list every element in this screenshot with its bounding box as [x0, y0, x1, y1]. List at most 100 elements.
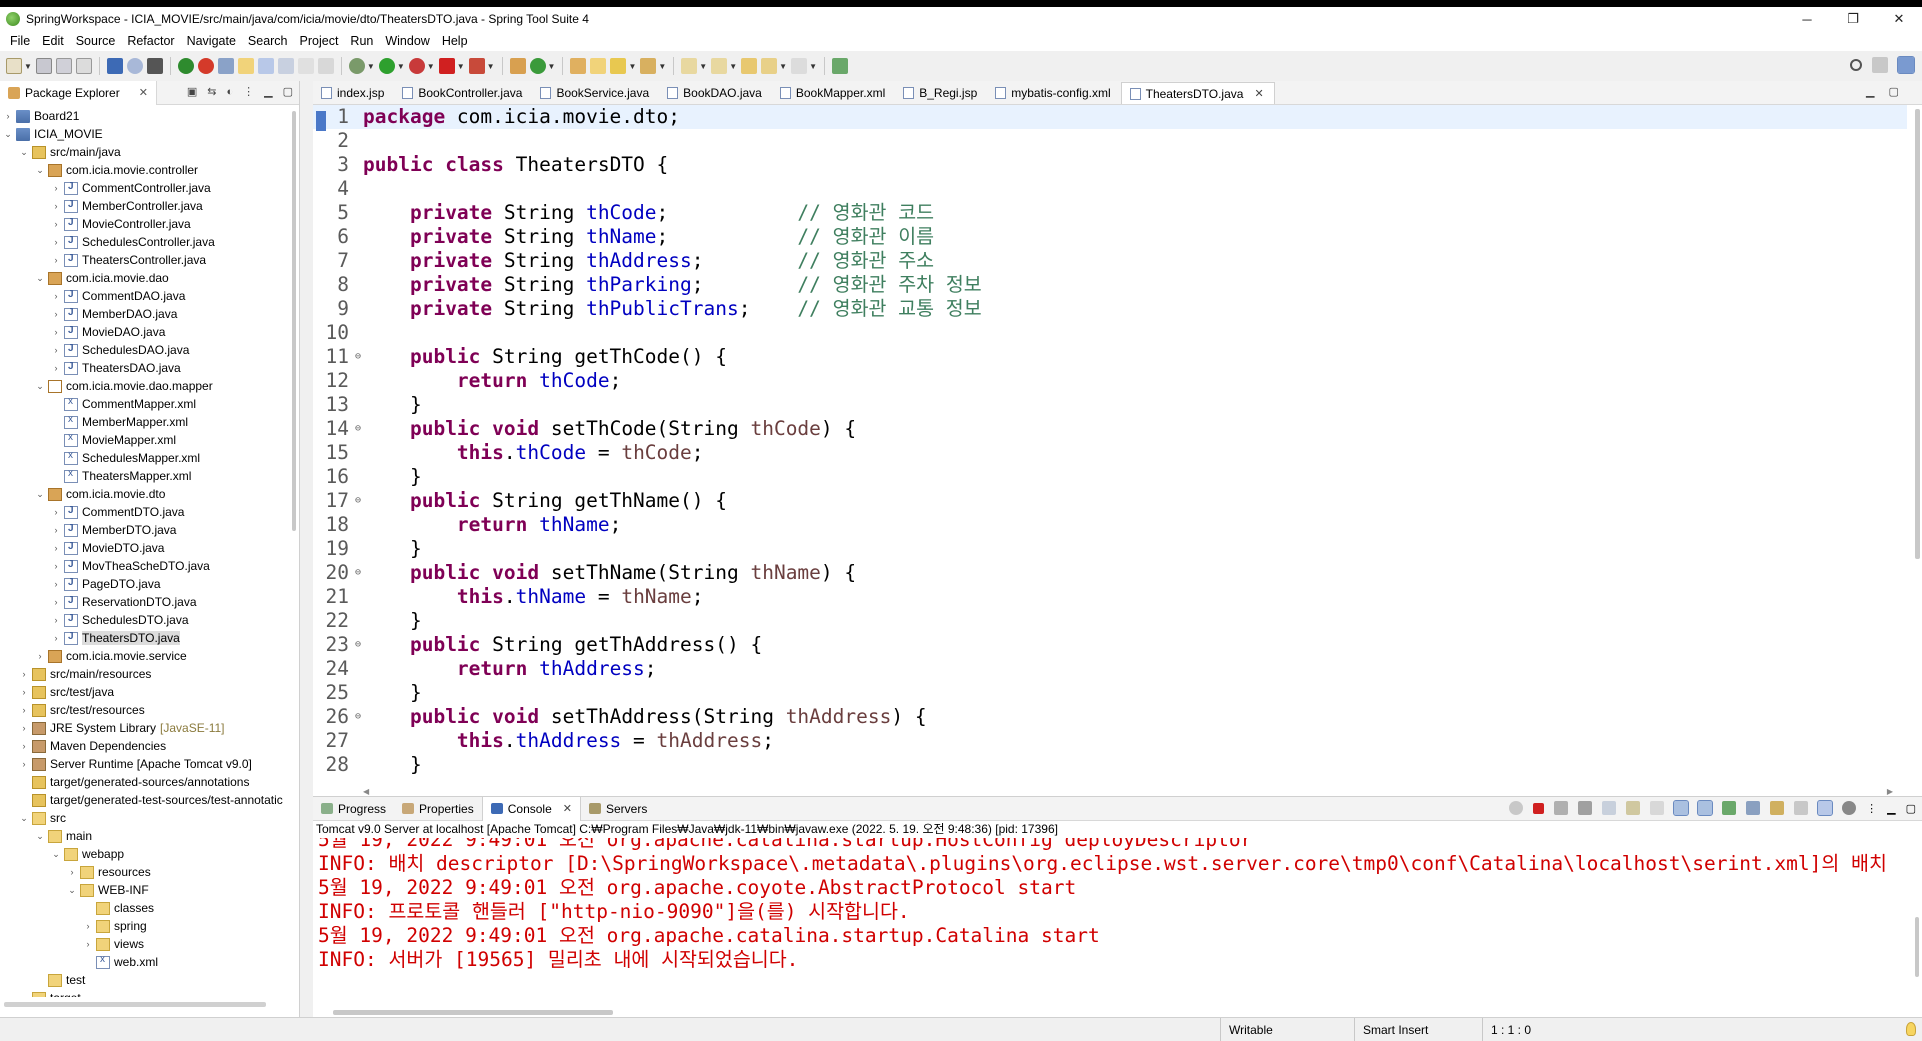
chevron-down-icon[interactable]: ▼	[487, 62, 495, 71]
code-line[interactable]: 25 }	[313, 681, 1907, 705]
chevron-right-icon[interactable]: ›	[50, 309, 62, 319]
tree-item[interactable]: › CommentDTO.java	[0, 503, 292, 521]
tree-item[interactable]: › views	[0, 935, 292, 953]
menu-file[interactable]: File	[4, 34, 36, 48]
horizontal-scrollbar[interactable]: ◀ ▶	[363, 786, 1893, 796]
menu-help[interactable]: Help	[436, 34, 474, 48]
editor-tab[interactable]: mybatis-config.xml	[987, 82, 1120, 104]
chevron-right-icon[interactable]: ›	[50, 237, 62, 247]
code-line[interactable]: 21 this.thName = thName;	[313, 585, 1907, 609]
tree-item[interactable]: › ReservationDTO.java	[0, 593, 292, 611]
code-line[interactable]: 9 private String thPublicTrans; // 영화관 교…	[313, 297, 1907, 321]
vertical-scrollbar[interactable]	[292, 111, 296, 531]
terminal-icon[interactable]	[146, 58, 163, 74]
chevron-right-icon[interactable]: ›	[50, 543, 62, 553]
chevron-right-icon[interactable]: ›	[50, 291, 62, 301]
tree-item[interactable]: ⌄ src/main/java	[0, 143, 292, 161]
tree-item[interactable]: TheatersMapper.xml	[0, 467, 292, 485]
maximize-view-icon[interactable]: ▢	[1888, 85, 1898, 98]
chevron-right-icon[interactable]: ›	[18, 687, 30, 697]
chevron-right-icon[interactable]: ›	[50, 597, 62, 607]
chevron-right-icon[interactable]: ›	[50, 615, 62, 625]
chevron-right-icon[interactable]: ›	[50, 345, 62, 355]
chevron-right-icon[interactable]: ›	[18, 669, 30, 679]
gear-icon[interactable]	[1842, 801, 1857, 815]
tree-item[interactable]: test	[0, 971, 292, 989]
tree-item[interactable]: target/generated-sources/annotations	[0, 773, 292, 791]
maximize-button[interactable]: ❐	[1830, 7, 1876, 31]
chevron-right-icon[interactable]: ›	[50, 363, 62, 373]
minimize-button[interactable]: ─	[1784, 7, 1830, 31]
tree-item[interactable]: ⌄ com.icia.movie.dao.mapper	[0, 377, 292, 395]
tab-servers[interactable]: Servers	[581, 797, 655, 821]
new-icon[interactable]	[6, 58, 22, 74]
tree-item[interactable]: › Board21	[0, 107, 292, 125]
close-icon[interactable]: ✕	[563, 802, 572, 815]
open-perspective-icon[interactable]	[1872, 57, 1888, 73]
fold-toggle-icon[interactable]: ⊖	[355, 561, 361, 585]
chevron-down-icon[interactable]: ▼	[658, 62, 666, 71]
save-icon[interactable]	[35, 58, 52, 74]
code-line[interactable]: 10	[313, 321, 1907, 345]
tree-item[interactable]: › SchedulesDAO.java	[0, 341, 292, 359]
display-console-icon[interactable]	[1746, 801, 1761, 815]
chevron-right-icon[interactable]: ›	[18, 759, 30, 769]
console-view-icon[interactable]	[106, 58, 123, 74]
chevron-down-icon[interactable]: ⌄	[66, 885, 78, 896]
chevron-right-icon[interactable]: ›	[50, 183, 62, 193]
search-icon[interactable]	[1850, 59, 1862, 71]
close-icon[interactable]: ✕	[1254, 87, 1263, 100]
tree-item[interactable]: › MovTheaScheDTO.java	[0, 557, 292, 575]
code-line[interactable]: 22 }	[313, 609, 1907, 633]
tree-item[interactable]: › resources	[0, 863, 292, 881]
editor-tab[interactable]: BookDAO.java	[659, 82, 772, 104]
mark-occurrences-icon[interactable]	[237, 58, 254, 74]
skip-breakpoints-icon[interactable]	[126, 58, 143, 74]
tree-item[interactable]: ⌄ webapp	[0, 845, 292, 863]
tree-item[interactable]: target	[0, 989, 292, 997]
tab-progress[interactable]: Progress	[313, 797, 394, 821]
java-perspective-icon[interactable]	[1897, 56, 1915, 74]
tree-item[interactable]: SchedulesMapper.xml	[0, 449, 292, 467]
horizontal-scrollbar[interactable]	[4, 1002, 266, 1007]
tree-item[interactable]: MemberMapper.xml	[0, 413, 292, 431]
collapse-all-icon[interactable]: ▣	[187, 85, 197, 98]
scroll-right-icon[interactable]: ▶	[1887, 787, 1893, 796]
view-menu-icon[interactable]: ⋮	[243, 85, 254, 98]
code-line[interactable]: 11 ⊖ public String getThCode() {	[313, 345, 1907, 369]
chevron-down-icon[interactable]: ⌄	[34, 381, 46, 392]
chevron-down-icon[interactable]: ⌄	[18, 813, 30, 824]
code-line[interactable]: 15 this.thCode = thCode;	[313, 441, 1907, 465]
chevron-right-icon[interactable]: ›	[50, 633, 62, 643]
chevron-right-icon[interactable]: ›	[50, 507, 62, 517]
tree-item[interactable]: › com.icia.movie.service	[0, 647, 292, 665]
chevron-right-icon[interactable]: ›	[18, 741, 30, 751]
menu-project[interactable]: Project	[294, 34, 345, 48]
chevron-right-icon[interactable]: ›	[50, 219, 62, 229]
tree-item[interactable]: MovieMapper.xml	[0, 431, 292, 449]
chevron-down-icon[interactable]: ▼	[699, 62, 707, 71]
scroll-lock-icon[interactable]	[1626, 801, 1641, 815]
menu-refactor[interactable]: Refactor	[121, 34, 180, 48]
chevron-right-icon[interactable]: ›	[82, 921, 94, 931]
code-line[interactable]: 2	[313, 129, 1907, 153]
chevron-right-icon[interactable]: ›	[50, 201, 62, 211]
chevron-down-icon[interactable]: ▼	[729, 62, 737, 71]
tree-item[interactable]: › PageDTO.java	[0, 575, 292, 593]
tree-item[interactable]: › MemberDAO.java	[0, 305, 292, 323]
show-stdout-icon[interactable]	[1673, 800, 1690, 816]
tree-item[interactable]: › TheatersDAO.java	[0, 359, 292, 377]
chevron-down-icon[interactable]: ▼	[548, 62, 556, 71]
code-line[interactable]: 7 private String thAddress; // 영화관 주소	[313, 249, 1907, 273]
scroll-left-icon[interactable]: ◀	[363, 787, 369, 796]
relaunch-icon[interactable]	[197, 58, 214, 74]
tree-item[interactable]: ⌄ src	[0, 809, 292, 827]
tab-console[interactable]: Console ✕	[481, 796, 581, 821]
chevron-right-icon[interactable]: ›	[18, 705, 30, 715]
next-annotation-icon[interactable]	[681, 58, 698, 74]
code-line[interactable]: 1 package com.icia.movie.dto;	[313, 105, 1907, 129]
spring-boot-icon[interactable]	[177, 58, 194, 74]
fold-toggle-icon[interactable]: ⊖	[355, 633, 361, 657]
menu-search[interactable]: Search	[242, 34, 294, 48]
maximize-view-icon[interactable]: ▢	[283, 85, 293, 98]
